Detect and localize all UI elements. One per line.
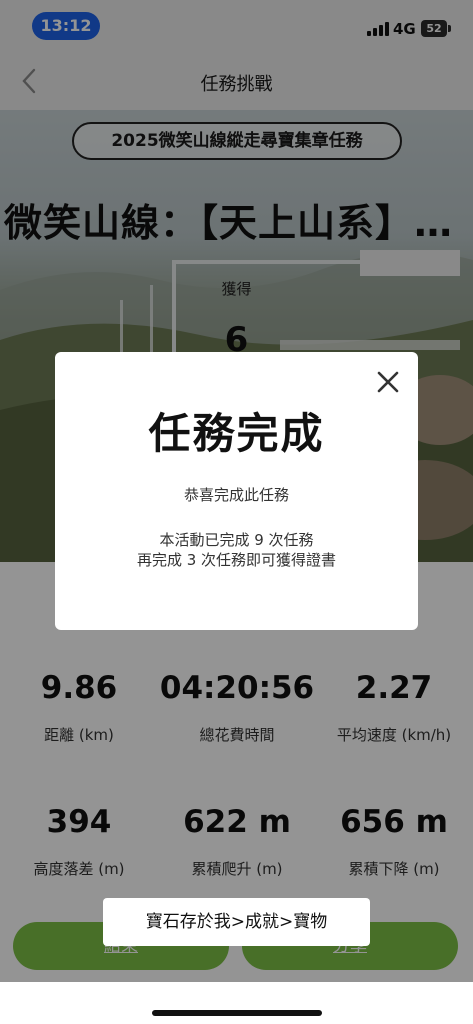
home-bar-area <box>0 982 473 1024</box>
home-indicator[interactable] <box>152 1010 322 1016</box>
dialog-title: 任務完成 <box>148 409 325 458</box>
progress-line-completed: 本活動已完成 9 次任務 <box>159 531 314 549</box>
toast-message: 寶石存於我>成就>寶物 <box>103 898 370 946</box>
dialog-message: 恭喜完成此任務 <box>183 486 289 504</box>
progress-line-remaining: 再完成 3 次任務即可獲得證書 <box>136 551 337 569</box>
mission-complete-dialog: 任務完成 恭喜完成此任務 本活動已完成 9 次任務 再完成 3 次任務即可獲得證… <box>55 352 418 630</box>
close-icon[interactable] <box>376 370 400 394</box>
dialog-progress: 本活動已完成 9 次任務 再完成 3 次任務即可獲得證書 <box>55 530 418 570</box>
